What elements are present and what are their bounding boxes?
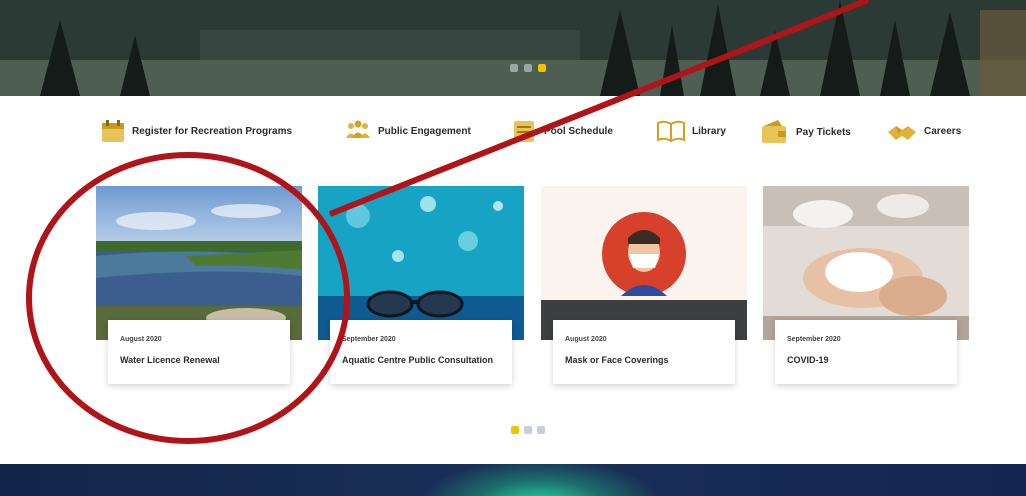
news-carousel-dots (511, 426, 545, 434)
card-date: August 2020 (565, 336, 607, 343)
hero-forest-image (0, 0, 1026, 96)
card-image-mask-illustration (541, 186, 747, 340)
card-body: September 2020 Aquatic Centre Public Con… (330, 320, 512, 384)
hero-dot-2[interactable] (524, 64, 532, 72)
card-image-river (96, 186, 302, 340)
hero-banner (0, 0, 1026, 96)
quick-link-careers[interactable]: Careers (886, 118, 961, 144)
card-body: August 2020 Mask or Face Coverings (553, 320, 735, 384)
news-card-mask-coverings[interactable]: August 2020 Mask or Face Coverings (541, 186, 747, 398)
handshake-icon (888, 126, 916, 140)
hero-carousel-dots (510, 64, 546, 72)
card-body: September 2020 COVID-19 (775, 320, 957, 384)
quick-link-label: Public Engagement (378, 125, 471, 137)
footer-aurora-banner (0, 464, 1026, 496)
quick-link-library[interactable]: Library (656, 118, 726, 144)
card-date: August 2020 (120, 336, 162, 343)
pool-schedule-icon (514, 121, 534, 142)
card-image-hand-washing (763, 186, 969, 340)
card-title: Aquatic Centre Public Consultation (342, 355, 494, 365)
news-card-aquatic-centre[interactable]: September 2020 Aquatic Centre Public Con… (318, 186, 524, 398)
quick-link-label: Pool Schedule (544, 125, 613, 137)
calendar-icon (102, 120, 124, 142)
card-date: September 2020 (342, 336, 396, 343)
news-card-covid-19[interactable]: September 2020 COVID-19 (763, 186, 969, 398)
card-date: September 2020 (787, 336, 841, 343)
quick-link-label: Pay Tickets (796, 126, 851, 138)
quick-link-label: Library (692, 125, 726, 137)
quick-link-public-engagement[interactable]: Public Engagement (344, 118, 471, 144)
quick-link-register-recreation[interactable]: Register for Recreation Programs (100, 118, 292, 144)
quick-link-pool-schedule[interactable]: Pool Schedule (512, 118, 613, 144)
card-body: August 2020 Water Licence Renewal (108, 320, 290, 384)
quick-link-pay-tickets[interactable]: Pay Tickets (760, 118, 851, 146)
news-dot-3[interactable] (537, 426, 545, 434)
quick-link-label: Careers (924, 125, 962, 137)
card-title: Mask or Face Coverings (565, 355, 669, 365)
hero-dot-3[interactable] (538, 64, 546, 72)
hero-dot-1[interactable] (510, 64, 518, 72)
news-dot-1[interactable] (511, 426, 519, 434)
wallet-icon (762, 120, 786, 143)
quick-links-bar: Register for Recreation Programs Public … (100, 118, 980, 158)
card-image-pool-goggles (318, 186, 524, 340)
quick-link-label: Register for Recreation Programs (132, 125, 293, 137)
news-dot-2[interactable] (524, 426, 532, 434)
card-title: COVID-19 (787, 355, 829, 365)
book-icon (657, 120, 685, 143)
news-card-water-licence[interactable]: August 2020 Water Licence Renewal (96, 186, 302, 398)
card-title: Water Licence Renewal (120, 355, 220, 365)
people-icon (346, 120, 370, 138)
